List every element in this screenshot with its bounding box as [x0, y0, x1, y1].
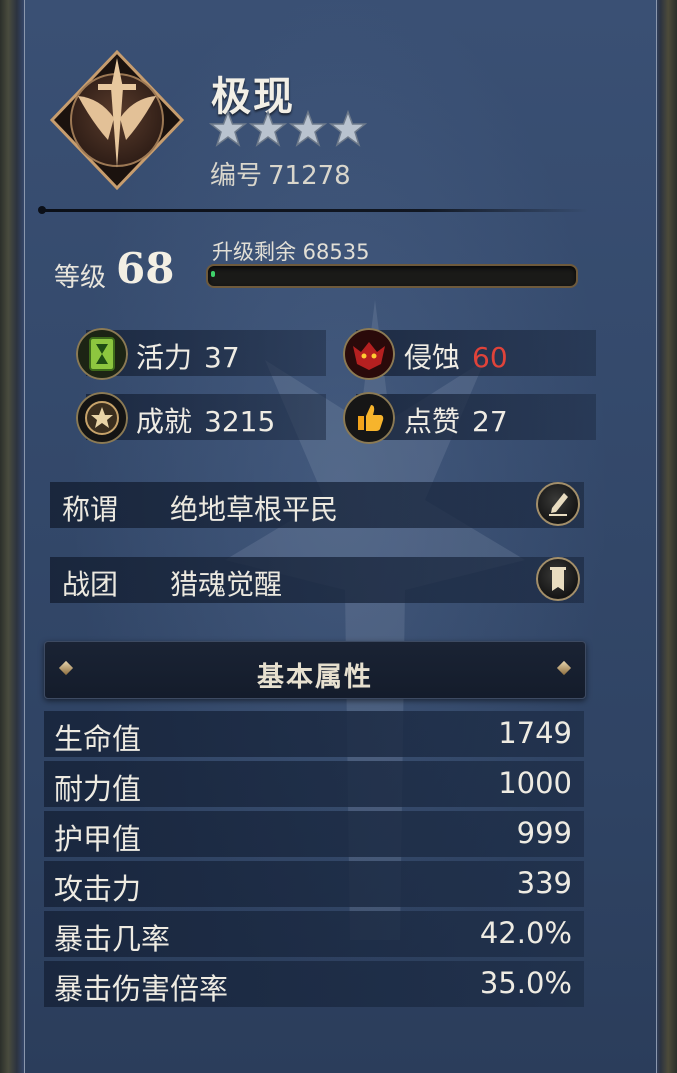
attribute-label: 耐力值 [54, 772, 142, 806]
title-row: 称谓 绝地草根平民 [50, 482, 584, 528]
star-rating [209, 110, 367, 148]
basic-attributes-header: 基本属性 [44, 641, 586, 699]
attribute-row: 耐力值 1000 [44, 761, 584, 807]
star-icon [329, 110, 367, 147]
vitality-label: 活力 [136, 341, 193, 374]
xp-remaining-label: 升级剩余 68535 [212, 240, 370, 264]
xp-progress-fill [211, 271, 215, 277]
attribute-value: 1749 [498, 716, 572, 750]
character-id: 编号 71278 [210, 155, 357, 192]
vitality-value: 37 [204, 341, 240, 374]
quill-icon [549, 493, 568, 516]
star-icon [209, 110, 247, 147]
attribute-label: 生命值 [54, 722, 142, 756]
achievement-stat: 成就 3215 [136, 400, 275, 440]
attribute-label: 暴击伤害倍率 [54, 972, 229, 1006]
likes-label: 点赞 [404, 405, 461, 438]
attribute-value: 35.0% [479, 966, 572, 1000]
star-icon [289, 110, 327, 147]
corrosion-label: 侵蚀 [404, 341, 461, 374]
likes-value: 27 [472, 405, 508, 438]
header-divider [42, 209, 588, 212]
attribute-label: 攻击力 [54, 872, 142, 906]
title-value: 绝地草根平民 [170, 493, 339, 526]
guild-label: 战团 [62, 568, 119, 601]
star-medal-icon [76, 392, 128, 444]
id-label: 编号 [210, 161, 263, 191]
basic-attributes-title: 基本属性 [257, 662, 373, 693]
guild-value: 猎魂觉醒 [170, 568, 283, 601]
demon-icon [343, 328, 395, 380]
attribute-row: 攻击力 339 [44, 861, 584, 907]
level-value: 68 [116, 244, 175, 293]
likes-stat: 点赞 27 [404, 400, 508, 440]
banner-icon [550, 567, 566, 591]
attribute-label: 护甲值 [54, 822, 142, 856]
attribute-row: 暴击几率 42.0% [44, 911, 584, 957]
attribute-row: 暴击伤害倍率 35.0% [44, 961, 584, 1007]
guild-button[interactable] [536, 557, 580, 601]
achievement-value: 3215 [204, 405, 276, 438]
panel-left-edge [0, 0, 24, 1073]
panel-right-edge [655, 0, 677, 1073]
class-emblem-icon [49, 49, 185, 191]
thumbs-up-icon[interactable] [343, 392, 395, 444]
title-label: 称谓 [62, 493, 119, 526]
corrosion-stat: 侵蚀 60 [404, 336, 508, 376]
star-icon [249, 110, 287, 147]
hourglass-icon [76, 328, 128, 380]
attribute-value: 999 [516, 816, 572, 850]
level-label: 等级 [54, 263, 107, 293]
guild-row: 战团 猎魂觉醒 [50, 557, 584, 603]
corrosion-value: 60 [472, 341, 508, 374]
vitality-stat: 活力 37 [136, 336, 240, 376]
attribute-value: 1000 [498, 766, 572, 800]
xp-progress-bar [206, 264, 578, 288]
attribute-label: 暴击几率 [54, 922, 171, 956]
attribute-value: 339 [516, 866, 572, 900]
attribute-row: 护甲值 999 [44, 811, 584, 857]
edit-title-button[interactable] [536, 482, 580, 526]
attribute-row: 生命值 1749 [44, 711, 584, 757]
achievement-label: 成就 [136, 405, 193, 438]
attribute-value: 42.0% [479, 916, 572, 950]
id-value: 71278 [268, 161, 351, 191]
